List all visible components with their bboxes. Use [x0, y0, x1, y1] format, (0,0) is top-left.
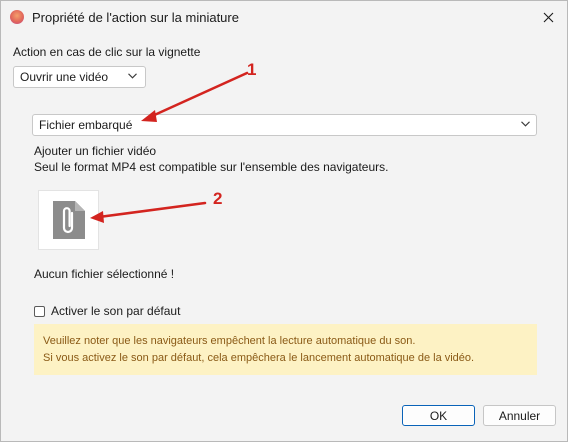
chevron-down-icon — [521, 121, 530, 127]
annotation-marker-1: 1 — [247, 60, 257, 79]
close-icon — [543, 12, 553, 22]
file-status: Aucun fichier sélectionné ! — [34, 267, 175, 281]
click-action-select[interactable]: Ouvrir une vidéo — [13, 66, 146, 88]
close-button[interactable] — [529, 1, 567, 33]
click-action-value: Ouvrir une vidéo — [20, 70, 109, 84]
window-title: Propriété de l'action sur la miniature — [32, 10, 239, 25]
checkbox-box[interactable] — [34, 305, 45, 317]
add-file-button[interactable] — [38, 190, 99, 250]
sound-default-label: Activer le son par défaut — [51, 304, 181, 318]
app-logo-icon — [10, 10, 24, 24]
ok-button[interactable]: OK — [402, 405, 475, 426]
sound-default-checkbox[interactable]: Activer le son par défaut — [34, 303, 180, 319]
paperclip-file-icon — [52, 201, 85, 239]
dialog-window: Propriété de l'action sur la miniature A… — [0, 0, 568, 442]
notice-line-2: Si vous activez le son par défaut, cela … — [43, 352, 475, 364]
cancel-button[interactable]: Annuler — [483, 405, 556, 426]
format-hint: Seul le format MP4 est compatible sur l'… — [34, 160, 389, 174]
chevron-down-icon — [128, 73, 137, 79]
video-source-value: Fichier embarqué — [39, 118, 133, 132]
annotation-marker-2: 2 — [213, 189, 223, 208]
notice-line-1: Veuillez noter que les navigateurs empêc… — [43, 335, 416, 347]
autoplay-notice: Veuillez noter que les navigateurs empêc… — [34, 324, 537, 375]
title-bar: Propriété de l'action sur la miniature — [1, 1, 567, 34]
video-source-select[interactable]: Fichier embarqué — [32, 114, 537, 136]
add-file-heading: Ajouter un fichier vidéo — [34, 144, 157, 158]
click-action-label: Action en cas de clic sur la vignette — [13, 45, 201, 59]
